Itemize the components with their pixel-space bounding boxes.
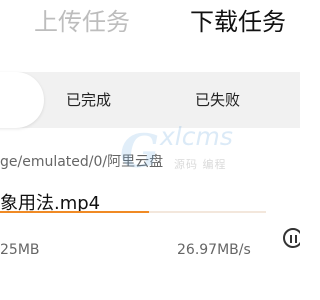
status-filter-segmented-control [0, 72, 300, 128]
watermark-subtitle: 源码 编程 [174, 158, 227, 171]
download-progress-fill [0, 211, 149, 213]
watermark-brand: xlcms [160, 122, 233, 151]
pause-download-button[interactable] [283, 228, 300, 248]
watermark-logo-icon: G [120, 124, 160, 178]
download-file-size: 25MB [0, 242, 40, 258]
download-speed: 26.97MB/s [177, 242, 251, 258]
pause-icon [290, 235, 292, 243]
download-tasks-screen: 上传任务 下载任务 已完成 已失败 ge/emulated/0/阿里云盘 G x… [0, 0, 300, 300]
pause-icon [295, 235, 297, 243]
filter-failed[interactable]: 已失败 [195, 90, 240, 110]
filter-completed[interactable]: 已完成 [66, 90, 111, 110]
download-progress-track [0, 211, 266, 213]
tab-upload-tasks[interactable]: 上传任务 [34, 6, 130, 38]
tab-download-tasks[interactable]: 下载任务 [190, 6, 286, 38]
